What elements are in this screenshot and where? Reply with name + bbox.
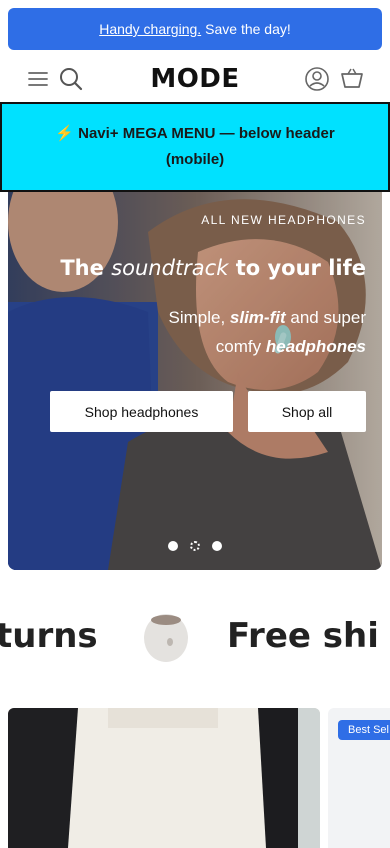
best-seller-badge: Best Sel	[338, 720, 390, 740]
product-card[interactable]	[8, 708, 320, 848]
cart-icon[interactable]	[339, 66, 365, 92]
hero-subtitle-emphasis: headphones	[265, 337, 366, 356]
hero-subtitle: Simple, slim-fit and super comfy headpho…	[136, 303, 366, 361]
hero-slideshow: ALL NEW HEADPHONES The soundtrack to you…	[8, 192, 382, 570]
product-image	[8, 708, 320, 848]
shop-headphones-button[interactable]: Shop headphones	[50, 391, 233, 432]
hero-image	[8, 192, 382, 570]
slide-dot-1[interactable]	[168, 541, 178, 551]
announcement-text: Save the day!	[205, 21, 291, 37]
hero-title: The soundtrack to your life	[60, 256, 366, 280]
marquee-strip: turns Free shi	[0, 600, 390, 672]
site-logo[interactable]: MODE	[0, 64, 390, 94]
mega-menu-banner[interactable]: ⚡ Navi+ MEGA MENU — below header (mobile…	[0, 102, 390, 192]
announcement-bar[interactable]: Handy charging. Save the day!	[8, 8, 382, 50]
hero-eyebrow: ALL NEW HEADPHONES	[201, 213, 366, 227]
shop-all-button[interactable]: Shop all	[248, 391, 366, 432]
account-icon[interactable]	[304, 66, 330, 92]
hero-title-end: to your life	[235, 256, 366, 280]
hero-subtitle-emphasis: slim-fit	[229, 308, 286, 327]
site-header: MODE	[0, 58, 390, 102]
product-card[interactable]: Best Sel	[328, 708, 390, 848]
hero-title-italic: soundtrack	[111, 256, 229, 280]
announcement-link[interactable]: Handy charging.	[99, 21, 201, 37]
slide-dot-3[interactable]	[212, 541, 222, 551]
marquee-text: Free shi	[227, 616, 379, 656]
hero-subtitle-part: Simple,	[168, 308, 226, 327]
marquee-text: turns	[0, 616, 98, 656]
speaker-icon	[144, 614, 188, 662]
hero-title-start: The	[60, 256, 104, 280]
slide-indicators	[168, 541, 222, 551]
slide-dot-2[interactable]	[190, 541, 200, 551]
